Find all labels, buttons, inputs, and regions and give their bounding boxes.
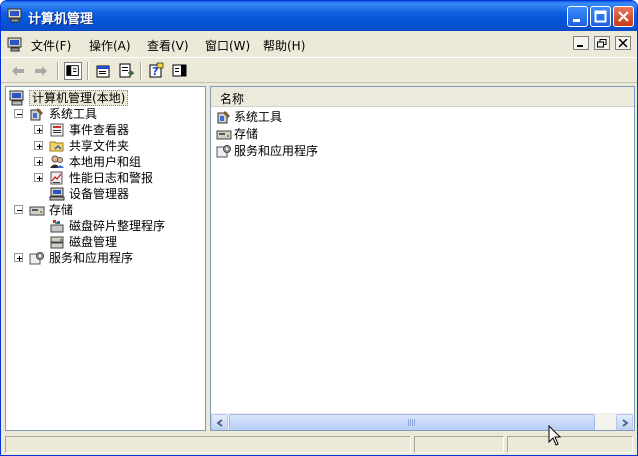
collapse-icon[interactable] — [14, 109, 23, 118]
show-hide-tree-icon[interactable] — [64, 62, 82, 80]
scroll-thumb[interactable] — [229, 414, 595, 430]
close-icon — [618, 39, 628, 48]
event-viewer-icon — [50, 123, 64, 137]
expand-icon[interactable] — [34, 141, 43, 150]
tree-item-label: 设备管理器 — [69, 187, 130, 201]
minimize-icon — [577, 45, 584, 47]
toolbar-separator — [140, 62, 142, 80]
expand-icon[interactable] — [34, 157, 43, 166]
tree-item-storage[interactable]: 存储 — [6, 202, 202, 218]
close-icon — [618, 11, 629, 22]
tree-item-system-tools[interactable]: 系统工具 — [6, 106, 202, 122]
properties-icon[interactable] — [94, 62, 112, 80]
list-header: 名称 — [211, 87, 634, 107]
tree-item-label: 本地用户和组 — [69, 155, 142, 169]
tree-item-label: 系统工具 — [49, 107, 98, 121]
expand-icon[interactable] — [14, 253, 23, 262]
menu-window[interactable]: 窗口(W) — [205, 37, 250, 54]
tree-item-label: 共享文件夹 — [69, 139, 130, 153]
shared-folder-icon — [49, 141, 64, 152]
minimize-button[interactable] — [567, 6, 588, 27]
tree-item-local-users-groups[interactable]: 本地用户和组 — [6, 154, 202, 170]
computer-management-icon — [7, 8, 22, 23]
tree-item-label: 计算机管理(本地) — [29, 90, 129, 106]
tree-item-root[interactable]: 计算机管理(本地) — [9, 90, 205, 106]
system-tools-icon — [217, 111, 230, 124]
menu-action[interactable]: 操作(A) — [89, 37, 131, 54]
scroll-left-button[interactable] — [211, 414, 228, 430]
disk-management-icon — [50, 236, 64, 249]
mdi-minimize-button[interactable] — [573, 36, 590, 50]
menu-help[interactable]: 帮助(H) — [263, 37, 305, 54]
defragmenter-icon — [50, 220, 64, 233]
show-hide-action-pane-icon[interactable] — [171, 62, 189, 80]
mouse-cursor-icon — [548, 425, 562, 446]
back-icon[interactable] — [9, 62, 27, 80]
maximize-icon — [594, 10, 607, 23]
system-tools-icon — [30, 108, 43, 121]
horizontal-scrollbar[interactable] — [211, 413, 634, 430]
computer-management-window: 计算机管理 文件(F) 操作(A) 查看(V) 窗口(W) 帮助(H) ? 计算… — [0, 0, 638, 456]
mdi-controls — [572, 36, 631, 53]
mdi-restore-button[interactable] — [594, 36, 611, 50]
services-icon — [216, 145, 231, 158]
tree-item-disk-defragmenter[interactable]: 磁盘碎片整理程序 — [6, 218, 202, 234]
tree-item-label: 磁盘碎片整理程序 — [69, 219, 166, 233]
console-icon[interactable] — [7, 36, 23, 52]
arrow-left-icon — [216, 419, 223, 427]
tree-item-label: 服务和应用程序 — [49, 251, 134, 265]
list-item-label: 服务和应用程序 — [234, 144, 319, 158]
mdi-close-button[interactable] — [615, 36, 631, 50]
status-pane-main — [5, 436, 411, 453]
export-list-icon[interactable] — [117, 62, 135, 80]
forward-icon[interactable] — [32, 62, 50, 80]
maximize-button[interactable] — [590, 6, 611, 27]
computer-icon — [9, 90, 24, 106]
status-bar — [1, 433, 637, 455]
toolbar-separator — [57, 62, 59, 80]
minimize-icon — [573, 19, 580, 22]
scroll-right-button[interactable] — [616, 414, 633, 430]
toolbar-separator — [87, 62, 89, 80]
window-title: 计算机管理 — [28, 12, 94, 27]
status-pane-secondary — [414, 436, 504, 453]
scroll-grip — [408, 419, 416, 426]
details-pane[interactable]: 名称 系统工具 存储 服务和应用程序 — [210, 86, 635, 431]
menu-bar: 文件(F) 操作(A) 查看(V) 窗口(W) 帮助(H) — [1, 33, 637, 55]
expand-icon[interactable] — [34, 173, 43, 182]
storage-icon — [29, 206, 45, 216]
services-icon — [29, 252, 44, 265]
users-icon — [50, 155, 64, 168]
close-button[interactable] — [613, 6, 634, 27]
tree-item-label: 磁盘管理 — [69, 235, 118, 249]
arrow-right-icon — [622, 419, 629, 427]
help-icon[interactable]: ? — [147, 62, 165, 80]
storage-icon — [216, 130, 232, 140]
title-bar[interactable]: 计算机管理 — [1, 1, 637, 31]
console-tree[interactable]: 计算机管理(本地) 系统工具 事件查看器 共享文件夹 本地用户和组 性能日志和警… — [5, 86, 206, 431]
tree-item-device-manager[interactable]: 设备管理器 — [6, 186, 202, 202]
expand-icon[interactable] — [34, 125, 43, 134]
list-item-label: 存储 — [234, 127, 259, 141]
tree-item-label: 性能日志和警报 — [69, 171, 154, 185]
menu-file[interactable]: 文件(F) — [31, 37, 71, 54]
list-item-label: 系统工具 — [234, 110, 283, 124]
collapse-icon[interactable] — [14, 205, 23, 214]
column-header-name[interactable]: 名称 — [220, 90, 244, 107]
tree-item-label: 存储 — [49, 203, 74, 217]
status-pane-tertiary — [507, 436, 633, 453]
tree-item-disk-management[interactable]: 磁盘管理 — [6, 234, 202, 250]
menu-view[interactable]: 查看(V) — [147, 37, 189, 54]
tree-item-label: 事件查看器 — [69, 123, 130, 137]
restore-icon — [597, 39, 607, 48]
tree-item-services-applications[interactable]: 服务和应用程序 — [6, 250, 202, 266]
performance-logs-icon — [50, 171, 63, 185]
toolbar: ? — [1, 57, 637, 83]
tree-item-shared-folders[interactable]: 共享文件夹 — [6, 138, 202, 154]
tree-item-performance-logs[interactable]: 性能日志和警报 — [6, 170, 202, 186]
tree-item-event-viewer[interactable]: 事件查看器 — [6, 122, 202, 138]
device-manager-icon — [49, 187, 65, 201]
